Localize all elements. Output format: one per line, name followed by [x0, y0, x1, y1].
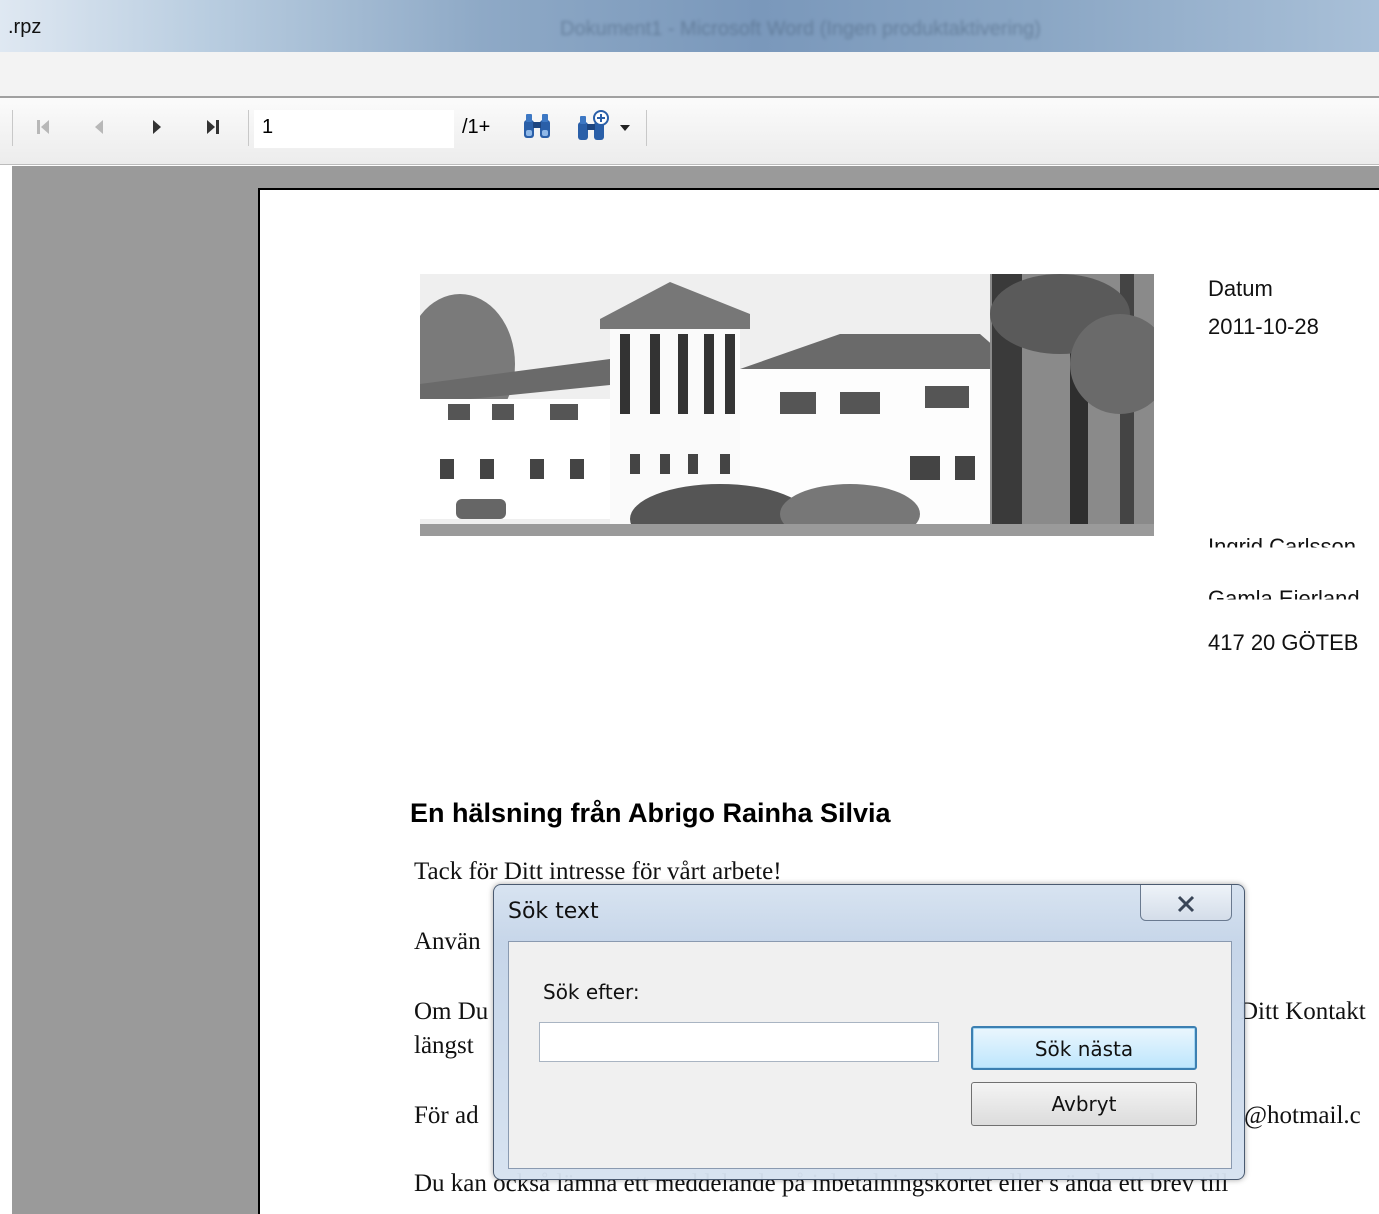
letter-line-1: Tack för Ditt intresse för vårt arbete!	[414, 858, 782, 885]
building-photo-image	[420, 274, 1154, 536]
letter-line-3-end: Ditt Kontakt	[1240, 998, 1366, 1025]
page-number-input[interactable]: 1	[254, 110, 454, 148]
letter-line-4: längst	[414, 1032, 474, 1059]
date-value: 2011-10-28	[1208, 314, 1319, 339]
chevron-down-icon	[620, 125, 630, 131]
toolbar-separator	[646, 110, 647, 146]
letter-line-5-end: @hotmail.c	[1244, 1102, 1361, 1129]
recipient-name-text: Ingrid Carlsson	[1208, 534, 1356, 559]
search-label: Sök efter:	[543, 980, 640, 1004]
find-more-icon	[578, 110, 630, 140]
first-page-button[interactable]	[28, 112, 58, 142]
menu-band	[0, 52, 1379, 98]
dialog-body: Sök efter: Sök nästa Avbryt	[508, 941, 1232, 1169]
find-binoculars-icon	[524, 114, 550, 138]
background-window-title: Dokument1 - Microsoft Word (Ingen produk…	[560, 18, 1041, 40]
window-title-bar: .rpz Dokument1 - Microsoft Word (Ingen p…	[0, 0, 1379, 53]
search-input[interactable]	[539, 1022, 939, 1062]
cancel-button[interactable]: Avbryt	[971, 1082, 1197, 1126]
find-text-dialog: Sök text Sök efter: Sök nästa Avbryt	[493, 884, 1245, 1180]
recipient-city: 417 20 GÖTEB	[1208, 630, 1359, 655]
toolbar-separator	[12, 110, 13, 146]
recipient-street: Gamla Ejerland	[1208, 586, 1360, 611]
page-total: /1+	[462, 116, 491, 138]
header-photo	[420, 274, 1154, 536]
find-button[interactable]	[520, 108, 556, 144]
next-page-button[interactable]	[142, 112, 172, 142]
date-label: Datum	[1208, 276, 1273, 301]
viewer-toolbar	[0, 98, 1379, 165]
dialog-title: Sök text	[508, 899, 599, 924]
last-page-button[interactable]	[198, 112, 228, 142]
next-page-icon	[153, 120, 161, 134]
previous-page-button[interactable]	[84, 112, 114, 142]
letter-line-3: Om Du	[414, 998, 489, 1025]
first-page-icon	[37, 120, 49, 134]
recipient-name: Ingrid Carlsson	[1208, 534, 1356, 559]
find-next-button[interactable]: Sök nästa	[971, 1026, 1197, 1070]
letter-line-5: För ad	[414, 1102, 479, 1129]
window-title: .rpz	[8, 16, 42, 38]
previous-page-icon	[95, 120, 103, 134]
letter-line-2: Använ	[414, 928, 481, 955]
letter-heading: En hälsning från Abrigo Rainha Silvia	[410, 798, 891, 828]
dialog-close-button[interactable]	[1140, 885, 1232, 921]
recipient-street-text: Gamla Ejerland	[1208, 586, 1360, 611]
last-page-icon	[207, 120, 219, 134]
toolbar-separator	[248, 110, 249, 146]
close-icon	[1177, 895, 1195, 913]
find-options-dropdown[interactable]	[574, 108, 638, 144]
